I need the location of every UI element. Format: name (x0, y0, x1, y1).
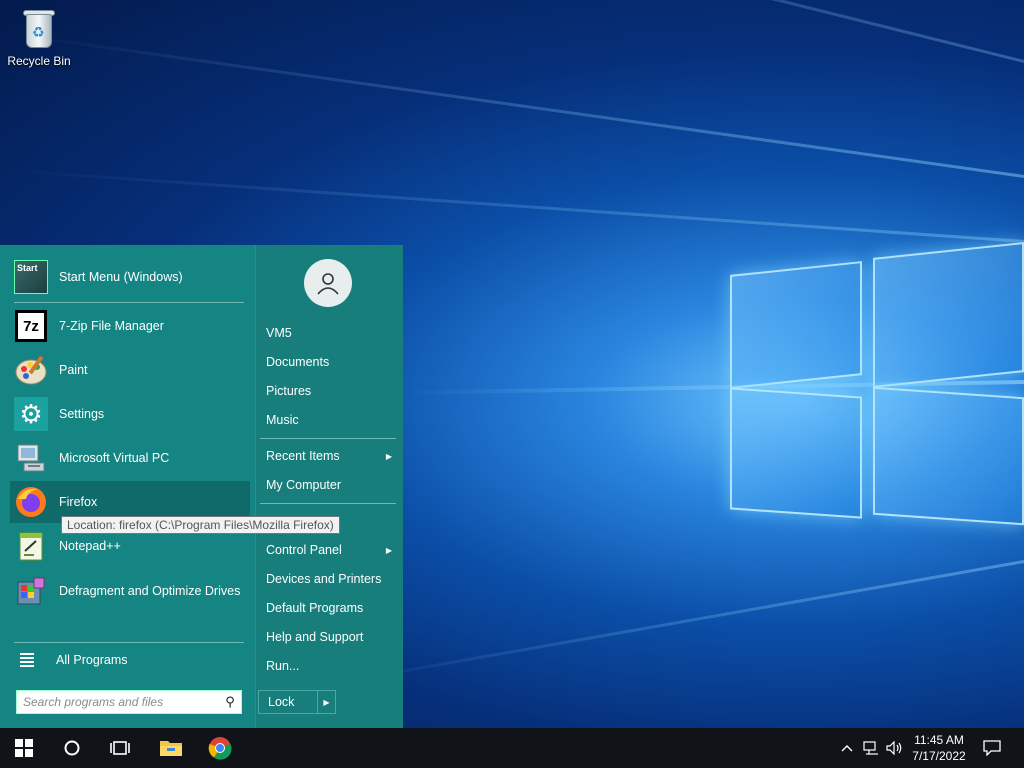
start-item-label: Notepad++ (59, 538, 121, 553)
start-button[interactable] (0, 728, 48, 768)
start-item-defragment-and-optimize-drives[interactable]: Defragment and Optimize Drives (10, 570, 250, 612)
places-item-my-computer[interactable]: My Computer (260, 471, 398, 499)
places-item-label: Music (266, 413, 299, 427)
file-explorer-button[interactable] (147, 728, 195, 768)
places-item-pictures[interactable]: Pictures (260, 377, 398, 405)
defragment-icon (13, 573, 49, 609)
task-view-button[interactable] (96, 728, 144, 768)
lock-button[interactable]: Lock ▶ (258, 690, 336, 714)
chrome-button[interactable] (196, 728, 244, 768)
recycle-bin-icon: ♻ (20, 8, 58, 50)
start-item-paint[interactable]: Paint (10, 349, 250, 391)
desktop-icon-recycle-bin[interactable]: ♻ Recycle Bin (6, 8, 72, 68)
places-item-label: Default Programs (266, 601, 364, 615)
file-explorer-icon (160, 741, 182, 756)
desktop-icon-label: Recycle Bin (7, 54, 71, 68)
chevron-right-icon[interactable]: ▶ (317, 691, 335, 713)
user-icon (317, 273, 339, 295)
places-item-label: Recent Items (266, 449, 340, 463)
start-item-label: Paint (59, 362, 88, 377)
system-clock[interactable]: 11:45 AM 7/17/2022 (904, 732, 974, 764)
volume-button[interactable] (884, 728, 906, 768)
start-item-label: Firefox (59, 494, 98, 509)
places-item-documents[interactable]: Documents (260, 348, 398, 376)
separator (14, 642, 244, 643)
network-button[interactable] (860, 728, 882, 768)
places-item-default-programs[interactable]: Default Programs (260, 594, 398, 622)
separator (260, 503, 396, 504)
all-programs-label: All Programs (56, 652, 128, 667)
start-item-label: Start Menu (Windows) (59, 269, 183, 284)
action-center-icon (983, 740, 1001, 756)
places-item-label: Devices and Printers (266, 572, 382, 586)
start-item-start-menu-windows[interactable]: Start Start Menu (Windows) (10, 256, 250, 298)
start-item-label: Defragment and Optimize Drives (59, 583, 241, 598)
start-menu-icon: Start (13, 259, 49, 295)
chevron-up-icon (841, 745, 853, 752)
list-icon (20, 651, 34, 669)
firefox-icon (13, 484, 49, 520)
places-item-label: Pictures (266, 384, 312, 398)
clock-date: 7/17/2022 (912, 749, 966, 763)
places-item-devices-and-printers[interactable]: Devices and Printers (260, 565, 398, 593)
places-item-label: Help and Support (266, 630, 364, 644)
paint-icon (13, 352, 49, 388)
places-item-help-and-support[interactable]: Help and Support (260, 623, 398, 651)
start-item-label: Settings (59, 406, 105, 421)
start-item-label: Microsoft Virtual PC (59, 450, 170, 465)
places-item-label: Control Panel (266, 543, 342, 557)
places-item-recent-items[interactable]: Recent Items ▶ (260, 442, 398, 470)
start-item-settings[interactable]: ⚙ Settings (10, 393, 250, 435)
lock-button-label: Lock (268, 695, 295, 709)
places-item-music[interactable]: Music (260, 406, 398, 434)
notepad-plus-plus-icon (13, 528, 49, 564)
separator (260, 438, 396, 439)
7zip-icon: 7z (13, 308, 49, 344)
taskbar: 11:45 AM 7/17/2022 (0, 728, 1024, 768)
start-item-7zip[interactable]: 7z 7-Zip File Manager (10, 305, 250, 347)
action-center-button[interactable] (978, 728, 1006, 768)
chrome-icon (208, 737, 232, 760)
start-item-microsoft-virtual-pc[interactable]: Microsoft Virtual PC (10, 437, 250, 479)
search-icon[interactable]: ⚲ (219, 694, 241, 710)
places-item-label: My Computer (266, 478, 342, 492)
submenu-arrow-icon: ▶ (385, 545, 392, 555)
separator (14, 302, 244, 303)
clock-time: 11:45 AM (914, 733, 964, 747)
cortana-search-icon (64, 740, 80, 756)
places-item-run[interactable]: Run... (260, 652, 398, 680)
search-input[interactable] (17, 692, 219, 712)
network-icon (863, 741, 878, 755)
places-item-label: Documents (266, 355, 330, 369)
virtual-pc-icon (13, 440, 49, 476)
user-avatar[interactable] (304, 259, 352, 307)
firefox-location-tooltip: Location: firefox (C:\Program Files\Mozi… (61, 516, 340, 534)
places-item-user[interactable]: VM5 (260, 319, 398, 347)
cortana-search-button[interactable] (48, 728, 96, 768)
windows-start-icon (15, 739, 33, 757)
task-view-icon (110, 741, 130, 755)
settings-gear-icon: ⚙ (13, 396, 49, 432)
all-programs-button[interactable]: All Programs (10, 647, 250, 673)
places-item-control-panel[interactable]: Control Panel ▶ (260, 536, 398, 564)
places-item-label: VM5 (266, 326, 292, 340)
show-hidden-icons-button[interactable] (838, 728, 856, 768)
start-item-label: 7-Zip File Manager (59, 318, 164, 333)
search-box: ⚲ (16, 690, 242, 714)
places-item-label: Run... (266, 659, 300, 673)
submenu-arrow-icon: ▶ (385, 451, 392, 461)
volume-icon (886, 741, 902, 755)
